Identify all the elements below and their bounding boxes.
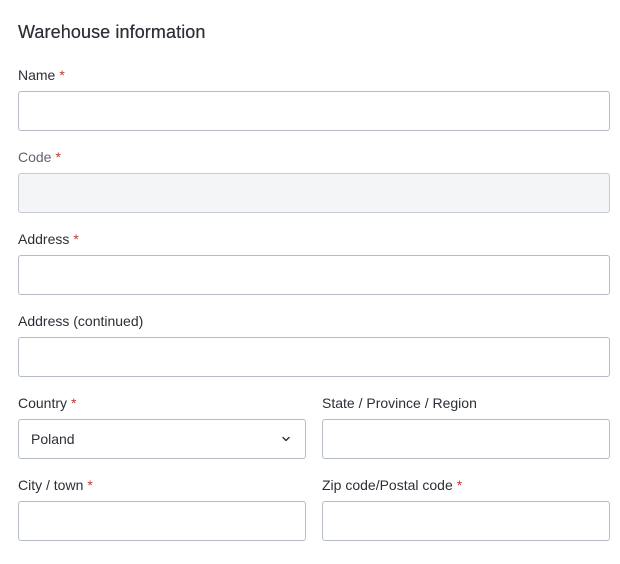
zip-field-group: Zip code/Postal code * (322, 476, 610, 541)
country-label-text: Country (18, 395, 68, 411)
address-label: Address * (18, 230, 610, 248)
name-label: Name * (18, 66, 610, 84)
country-select[interactable]: Poland (18, 419, 306, 459)
city-field-group: City / town * (18, 476, 306, 541)
state-label: State / Province / Region (322, 394, 610, 412)
address-continued-label: Address (continued) (18, 312, 610, 330)
address-input[interactable] (18, 255, 610, 295)
address-field-group: Address * (18, 230, 610, 295)
zip-input[interactable] (322, 501, 610, 541)
address-continued-input[interactable] (18, 337, 610, 377)
chevron-down-icon (281, 434, 291, 444)
state-label-text: State / Province / Region (322, 395, 477, 411)
zip-label-text: Zip code/Postal code (322, 477, 453, 493)
address-continued-label-text: Address (continued) (18, 313, 144, 329)
code-field-group: Code * (18, 148, 610, 213)
state-field-group: State / Province / Region (322, 394, 610, 459)
required-mark: * (59, 67, 65, 83)
required-mark: * (71, 395, 77, 411)
code-input (18, 173, 610, 213)
city-input[interactable] (18, 501, 306, 541)
section-title: Warehouse information (18, 22, 206, 42)
required-mark: * (456, 477, 463, 493)
address-label-text: Address (18, 231, 70, 247)
country-selected-value: Poland (31, 431, 75, 447)
city-label-text: City / town (18, 477, 84, 493)
address-continued-field-group: Address (continued) (18, 312, 610, 377)
code-label: Code * (18, 148, 610, 166)
required-mark: * (87, 477, 93, 493)
code-label-text: Code (18, 149, 52, 165)
zip-label: Zip code/Postal code * (322, 476, 610, 494)
state-input[interactable] (322, 419, 610, 459)
name-field-group: Name * (18, 66, 610, 131)
required-mark: * (73, 231, 79, 247)
required-mark: * (55, 149, 61, 165)
name-label-text: Name (18, 67, 56, 83)
warehouse-form: Warehouse information Name * Code * Addres… (18, 0, 610, 541)
name-input[interactable] (18, 91, 610, 131)
country-label: Country * (18, 394, 306, 412)
country-field-group: Country * Poland (18, 394, 306, 459)
city-label: City / town * (18, 476, 306, 494)
